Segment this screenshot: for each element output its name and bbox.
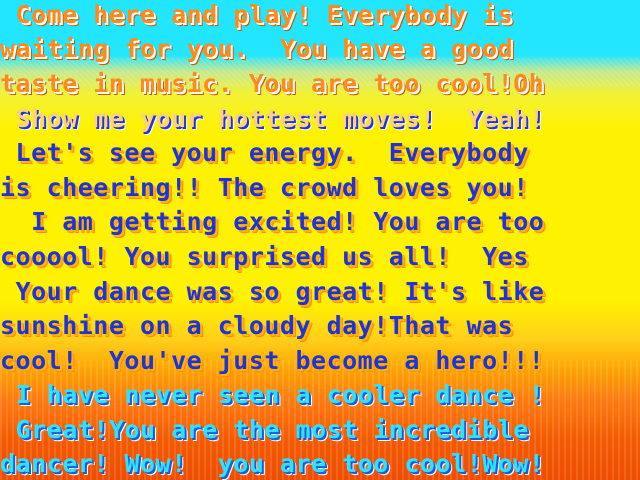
message-line-12: I have never seen a cooler dance ! — [0, 380, 545, 409]
message-line-3: taste in music. You are too cool!Oh — [0, 69, 545, 98]
message-line-10: sunshine on a cloudy day!That was — [0, 311, 514, 340]
message-line-8: cooool! You surprised us all! Yes — [0, 242, 529, 271]
message-line-6: is cheering!! The crowd loves you! — [0, 173, 529, 202]
message-line-5: Let's see your energy. Everybody — [0, 138, 529, 167]
message-line-4: Show me your hottest moves! Yeah! — [0, 104, 545, 133]
dance-game-screen: Come here and play! Everybody is waiting… — [0, 0, 640, 480]
message-line-1: Come here and play! Everybody is — [0, 0, 514, 29]
message-line-14: dancer! Wow! you are too cool!Wow! — [0, 449, 545, 478]
message-line-7: I am getting excited! You are too — [0, 207, 545, 236]
message-line-2: waiting for you. You have a good — [0, 34, 514, 63]
message-line-11: cool! You've just become a hero!!! — [0, 346, 545, 375]
message-line-13: Great!You are the most incredible — [0, 415, 529, 444]
message-line-9: Your dance was so great! It's like — [0, 277, 545, 306]
